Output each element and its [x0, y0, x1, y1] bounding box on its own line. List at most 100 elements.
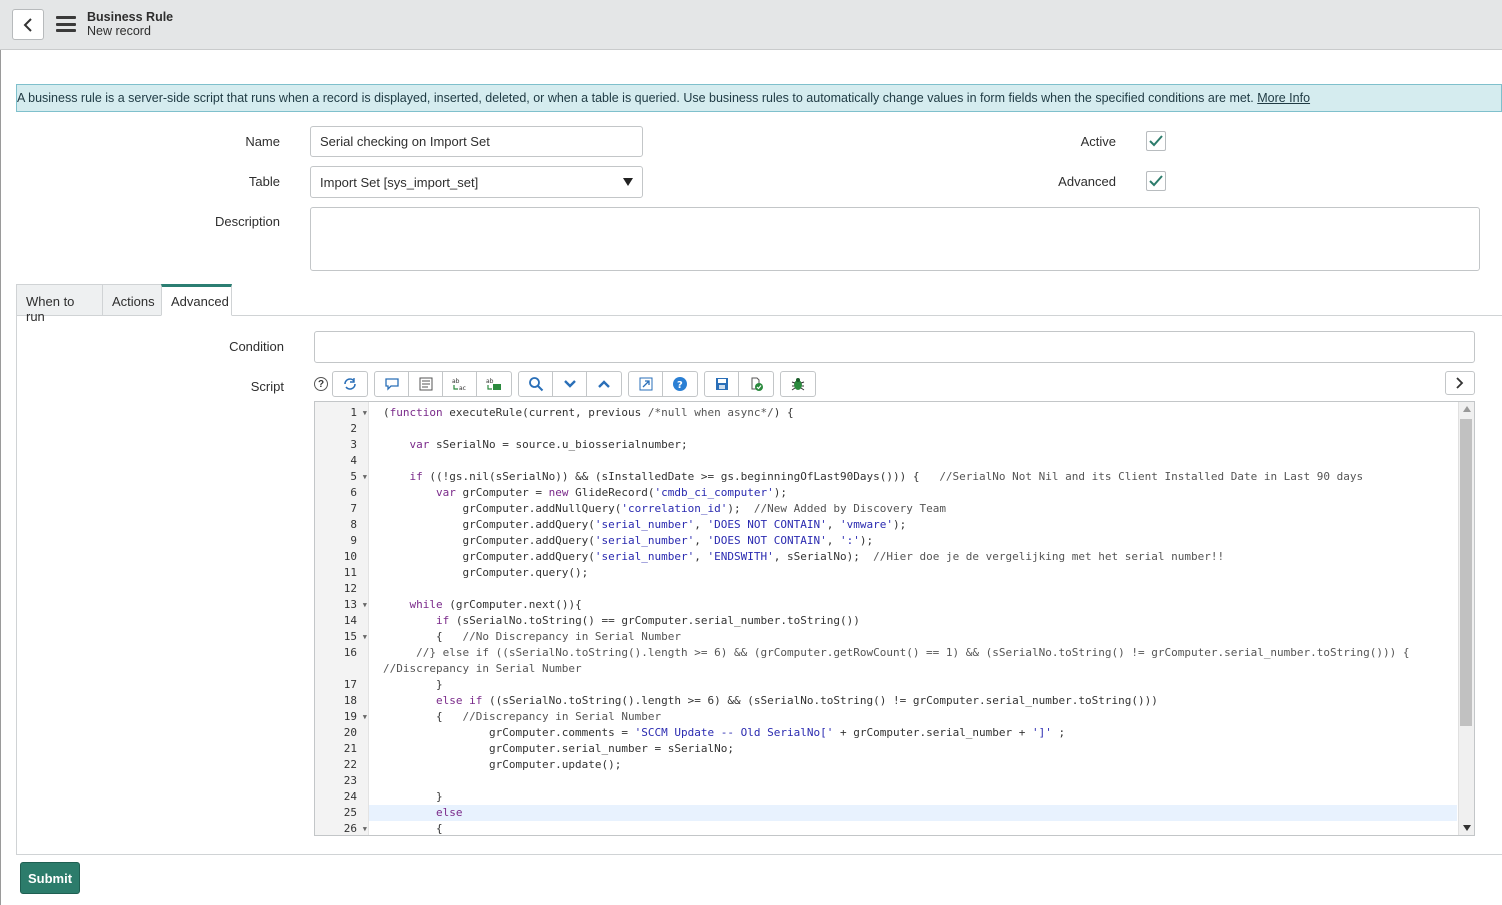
active-label: Active: [1080, 134, 1116, 149]
info-text: A business rule is a server-side script …: [17, 91, 1258, 105]
code-line: //Discrepancy in Serial Number: [383, 662, 582, 675]
tab-divider: [232, 315, 1502, 316]
code-line: else: [435, 806, 463, 819]
page-left-border: [0, 50, 1, 905]
find-next-icon[interactable]: [553, 372, 587, 396]
table-select[interactable]: Import Set [sys_import_set]: [310, 166, 643, 198]
editor-scrollbar[interactable]: [1458, 402, 1474, 835]
help-icon[interactable]: ?: [314, 377, 328, 391]
panel-border-bottom: [16, 854, 1502, 855]
line-number: 8: [350, 518, 357, 531]
more-info-link[interactable]: More Info: [1257, 91, 1310, 105]
line-number: 25: [343, 806, 357, 819]
svg-text:ab: ab: [452, 378, 460, 385]
advanced-checkbox[interactable]: [1146, 171, 1166, 191]
fullscreen-icon[interactable]: [629, 372, 663, 396]
code-line: { //Discrepancy in Serial Number: [383, 710, 662, 723]
tab-actions[interactable]: Actions: [102, 284, 161, 316]
tab-when-to-run[interactable]: When to run: [16, 284, 102, 324]
code-line: { //No Discrepancy in Serial Number: [383, 630, 682, 643]
condition-label: Condition: [229, 339, 284, 354]
page-title: Business Rule: [87, 10, 174, 24]
line-number: 4: [350, 454, 357, 467]
code-line: grComputer.addNullQuery('correlation_id'…: [383, 502, 946, 515]
line-number: 17: [343, 678, 357, 691]
code-line: var grComputer = new GlideRecord('cmdb_c…: [435, 486, 788, 499]
scrollbar-thumb[interactable]: [1460, 419, 1472, 726]
code-line: while (grComputer.next()){: [409, 598, 582, 611]
code-line: else if ((sSerialNo.toString().length >=…: [435, 694, 1158, 707]
line-number: 12: [343, 582, 357, 595]
code-line: grComputer.addQuery('serial_number', 'DO…: [383, 518, 907, 531]
line-number: 20: [343, 726, 357, 739]
checkmark-icon: [1149, 135, 1163, 147]
condition-field[interactable]: [314, 331, 1475, 363]
description-label: Description: [214, 214, 280, 229]
line-number: 3: [350, 438, 357, 451]
active-checkbox[interactable]: [1146, 131, 1166, 151]
hamburger-menu-icon[interactable]: [56, 16, 76, 32]
line-number: 10: [343, 550, 357, 563]
code-line: grComputer.query();: [383, 566, 589, 579]
code-line: (function executeRule(current, previous …: [383, 406, 794, 419]
expand-editor-button[interactable]: [1445, 371, 1475, 395]
checkmark-icon: [1149, 175, 1163, 187]
table-label: Table: [248, 174, 280, 189]
line-number: 18: [343, 694, 357, 707]
line-number: 23: [343, 774, 357, 787]
find-previous-icon[interactable]: [587, 372, 621, 396]
save-icon[interactable]: [705, 372, 739, 396]
svg-text:?: ?: [677, 380, 683, 391]
replace-icon[interactable]: ab ac: [443, 372, 477, 396]
script-toolbar: ? ab ac ab ?: [314, 371, 822, 397]
line-number: 11: [343, 566, 357, 579]
sync-icon[interactable]: [333, 372, 367, 396]
line-number: 26 ▼: [343, 822, 367, 835]
replace-all-icon[interactable]: ab: [477, 372, 511, 396]
search-icon[interactable]: [519, 372, 553, 396]
debug-icon[interactable]: [781, 372, 815, 396]
code-line: if ((!gs.nil(sSerialNo)) && (sInstalledD…: [409, 470, 1364, 483]
code-line: var sSerialNo = source.u_biosserialnumbe…: [409, 438, 688, 451]
code-line: grComputer.addQuery('serial_number', 'EN…: [383, 550, 1225, 563]
help-circle-icon[interactable]: ?: [663, 372, 697, 396]
script-check-icon[interactable]: [739, 372, 773, 396]
line-number: 21: [343, 742, 357, 755]
line-number: 14: [343, 614, 357, 627]
table-value: Import Set [sys_import_set]: [320, 174, 479, 190]
script-editor[interactable]: 1 ▼ (function executeRule(current, previou…: [314, 401, 1475, 836]
code-line: }: [383, 790, 443, 803]
section-tabs: When to run Actions Advanced: [16, 284, 232, 324]
line-number: 6: [350, 486, 357, 499]
comment-icon[interactable]: [375, 372, 409, 396]
script-label: Script: [250, 379, 284, 394]
name-label: Name: [245, 134, 280, 149]
description-textarea[interactable]: [310, 207, 1480, 271]
line-number: 5 ▼: [350, 470, 367, 483]
code-line: {: [383, 822, 443, 835]
submit-button[interactable]: Submit: [20, 862, 80, 894]
code-line: if (sSerialNo.toString() == grComputer.s…: [435, 614, 860, 627]
tab-advanced[interactable]: Advanced: [161, 284, 232, 316]
svg-text:ac: ac: [459, 385, 466, 391]
name-field[interactable]: Serial checking on Import Set: [310, 126, 643, 157]
scroll-down-icon[interactable]: [1463, 825, 1471, 831]
line-number: 16: [343, 646, 357, 659]
form-header: Business Rule New record: [0, 0, 1502, 50]
line-number: 19 ▼: [343, 710, 367, 723]
line-number: 24: [343, 790, 357, 803]
dropdown-arrow-icon: [623, 178, 633, 186]
line-number: 13 ▼: [343, 598, 367, 611]
format-icon[interactable]: [409, 372, 443, 396]
back-button[interactable]: [12, 9, 44, 40]
line-number: [315, 661, 369, 677]
advanced-label: Advanced: [1058, 174, 1116, 189]
line-number: 15 ▼: [343, 630, 367, 643]
scroll-up-icon[interactable]: [1463, 406, 1471, 412]
svg-text:ab: ab: [486, 378, 494, 385]
code-line: grComputer.serial_number = sSerialNo;: [383, 742, 734, 755]
line-number: 1 ▼: [350, 406, 367, 419]
code-line: //} else if ((sSerialNo.toString().lengt…: [416, 646, 1410, 659]
chevron-right-icon: [1456, 377, 1464, 389]
line-number: 9: [350, 534, 357, 547]
